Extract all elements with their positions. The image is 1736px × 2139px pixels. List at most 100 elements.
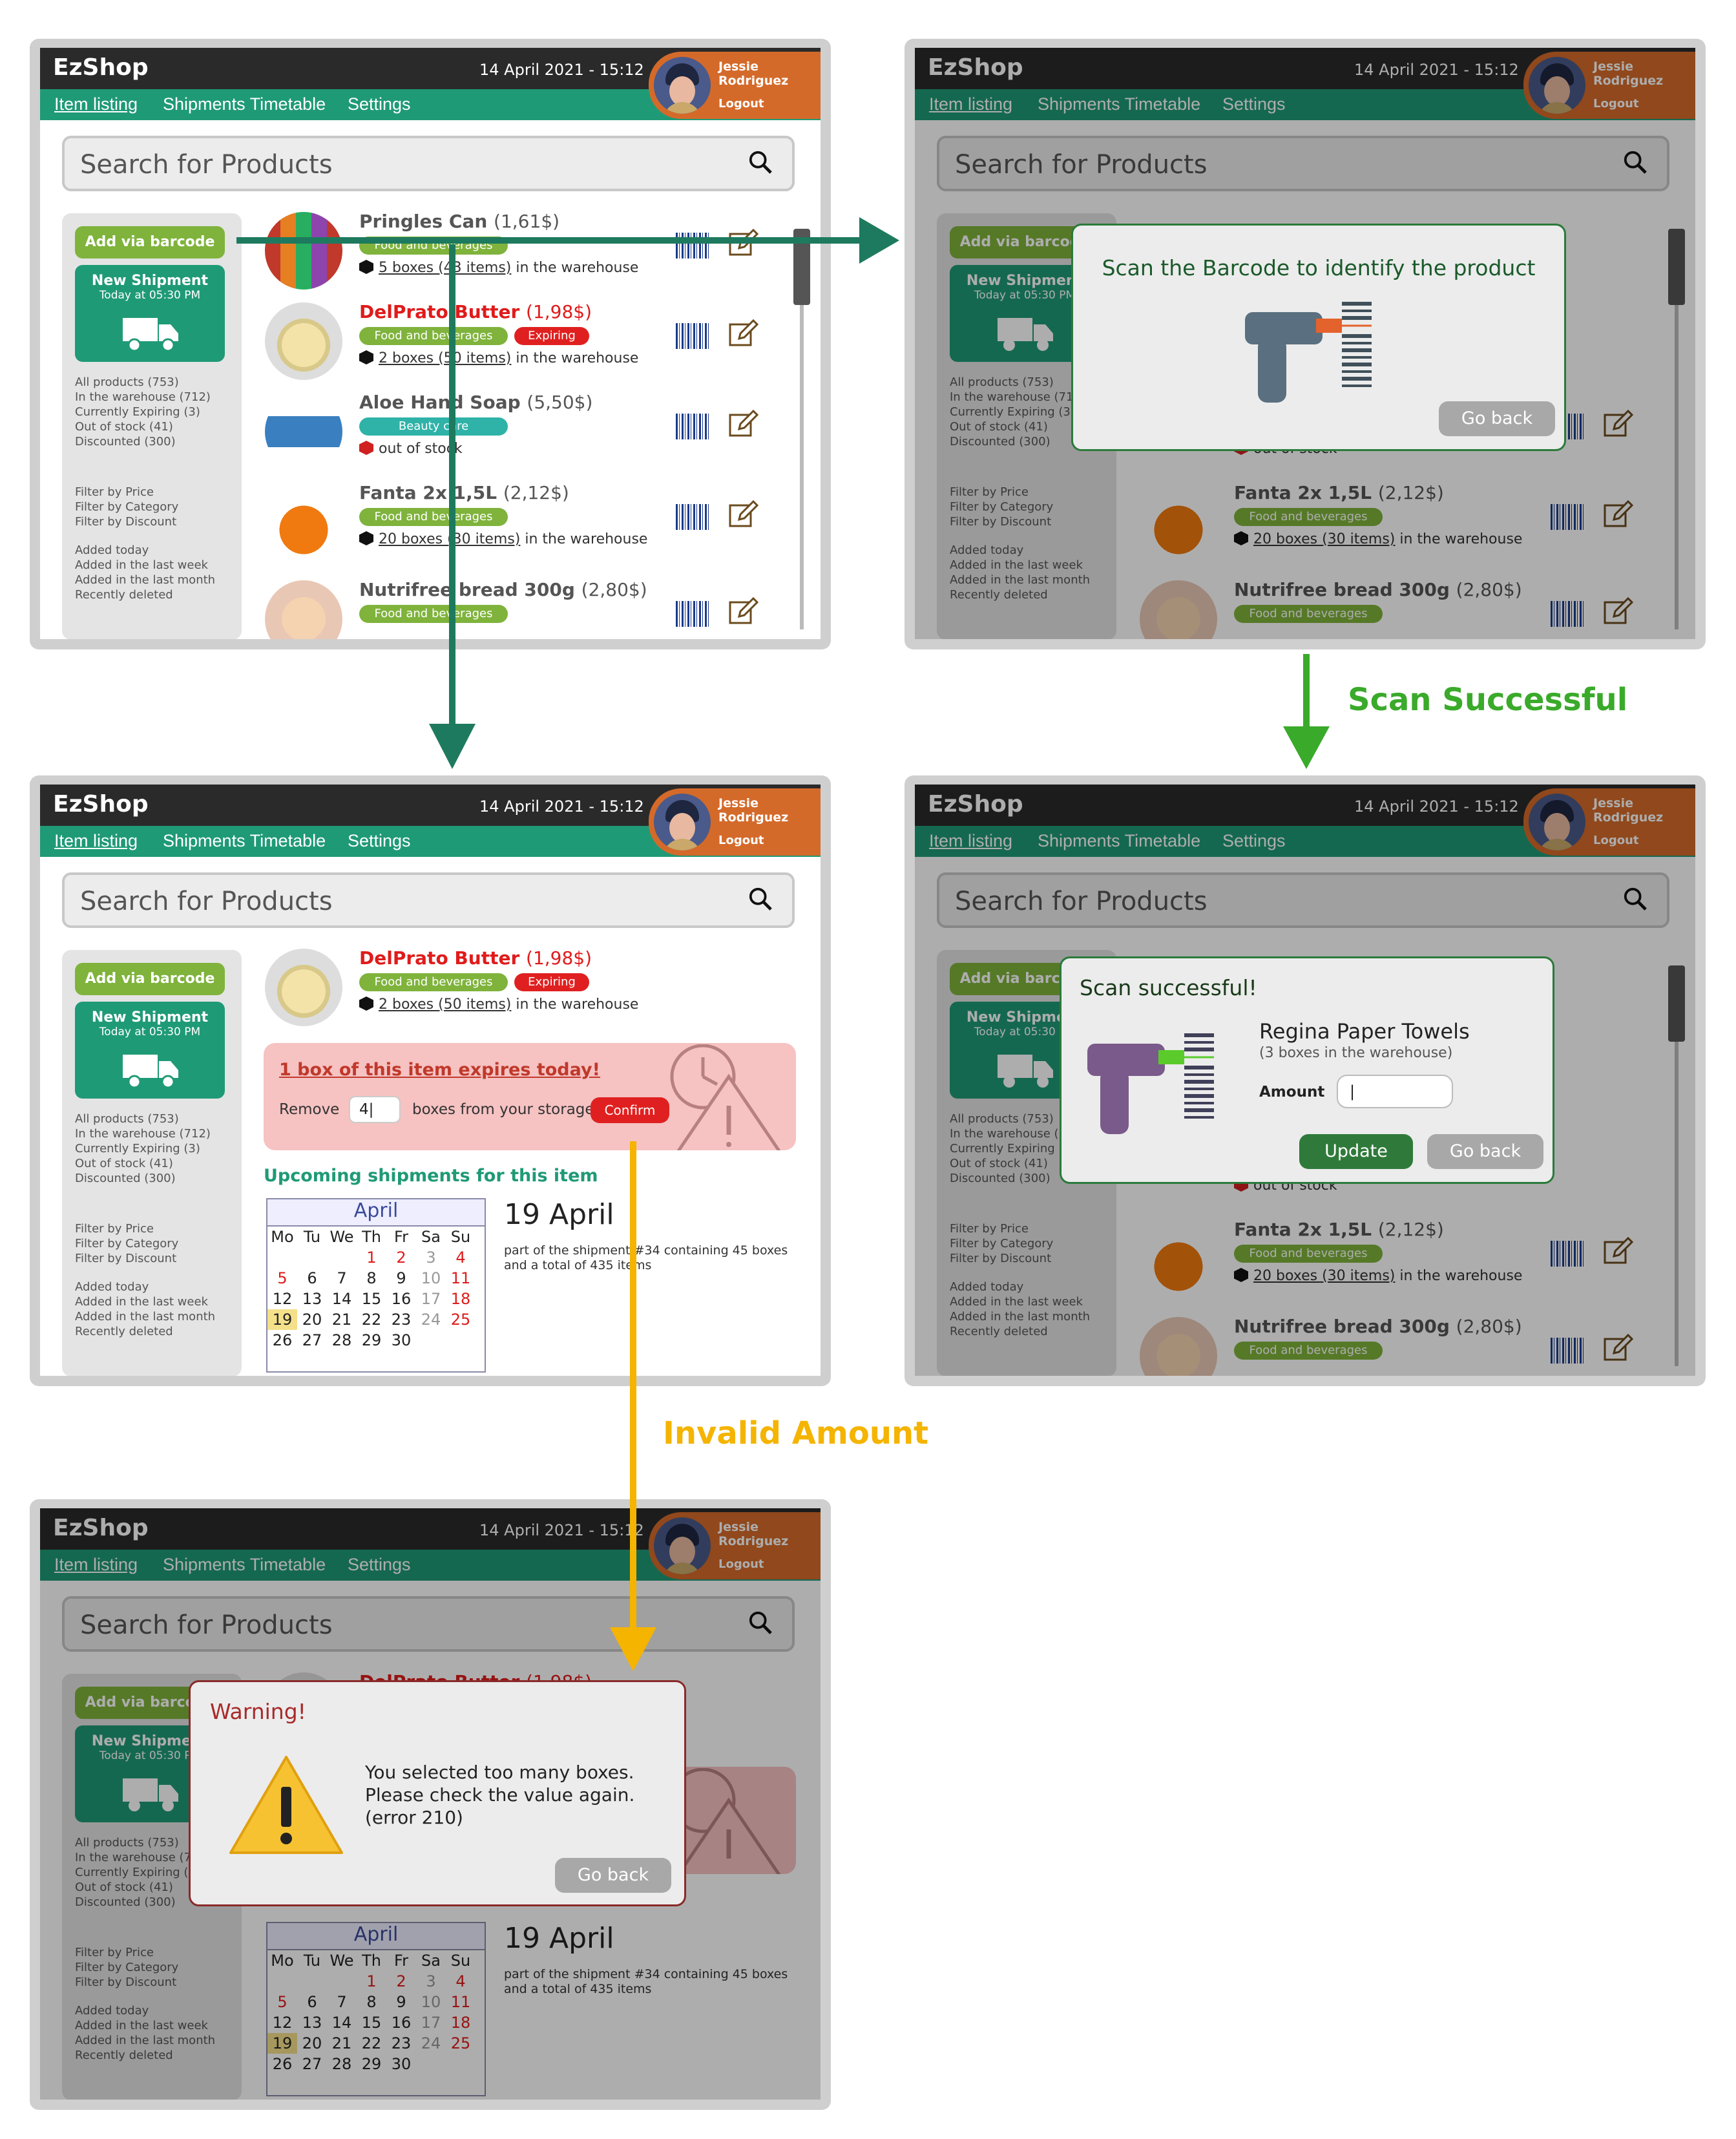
screen-warning: EzShop 14 April 2021 - 15:12 Item listing…: [30, 1499, 831, 2110]
remove-amount-input[interactable]: 4|: [349, 1096, 401, 1123]
avatar: [654, 794, 711, 850]
nav-settings[interactable]: Settings: [348, 831, 411, 851]
stats-list: All products (753) In the warehouse (712)…: [75, 375, 211, 448]
date-time: 14 April 2021 - 15:12: [479, 797, 644, 816]
nav-shipments[interactable]: Shipments Timetable: [163, 831, 326, 851]
product-image: [265, 393, 342, 470]
sidebar: Add via barcode New Shipment Today at 05:…: [62, 950, 242, 1376]
go-back-button[interactable]: Go back: [1439, 401, 1555, 436]
scanned-product-stock: (3 boxes in the warehouse): [1259, 1045, 1453, 1061]
expiring-tag: Expiring: [514, 327, 589, 345]
category-tag: Food and beverages: [359, 508, 508, 526]
recent-list[interactable]: Added today Added in the last week Added i…: [75, 1280, 215, 1339]
search-icon[interactable]: [748, 887, 773, 911]
update-button[interactable]: Update: [1299, 1134, 1413, 1169]
calendar-grid[interactable]: Mo Tu We Th Fr Sa Su 1234 5 6 7 8 9 10 11 12 13 14 15 16…: [267, 1227, 476, 1351]
go-back-button[interactable]: Go back: [555, 1858, 671, 1893]
app-logo: EzShop: [53, 54, 149, 81]
calendar-month: April: [267, 1199, 485, 1227]
stock-info: out of stock: [359, 441, 463, 457]
scrollbar[interactable]: [793, 229, 810, 629]
list-item[interactable]: Aloe Hand Soap (5,50$) Beauty care out o…: [265, 390, 795, 474]
stats-list: All products (753) In the warehouse (712)…: [75, 1112, 211, 1185]
edit-icon[interactable]: [727, 408, 758, 439]
scanned-product-name: Regina Paper Towels: [1259, 1019, 1470, 1044]
scan-success-modal: Scan successful! Regina Paper Towels (3 …: [1060, 956, 1554, 1184]
product-list: Pringles Can (1,61$) Food and beverages …: [265, 209, 795, 639]
screen-scan-barcode: EzShop 14 April 2021 - 15:12 Item listing…: [905, 39, 1706, 649]
product-image: [265, 580, 342, 639]
edit-icon[interactable]: [727, 318, 758, 349]
scan-modal-title: Scan the Barcode to identify the product: [1102, 255, 1536, 280]
success-title: Scan successful!: [1080, 975, 1257, 1000]
barcode-icon[interactable]: [676, 414, 711, 439]
barcode-icon[interactable]: [676, 233, 711, 258]
search-input[interactable]: Search for Products: [62, 872, 795, 928]
logout-link[interactable]: Logout: [718, 97, 764, 111]
nav-settings[interactable]: Settings: [348, 94, 411, 114]
edit-icon[interactable]: [727, 596, 758, 627]
filter-list[interactable]: Filter by Price Filter by Category Filter …: [75, 485, 178, 529]
barcode-scanner-icon: [1245, 302, 1372, 403]
calendar[interactable]: April Mo Tu We Th Fr Sa Su 1234 5 6 7 8 9 10 11 12 13…: [266, 1198, 486, 1373]
product-name: Fanta 2x 1,5L (2,12$): [359, 482, 569, 503]
category-tag: Food and beverages: [359, 605, 508, 623]
barcode-icon[interactable]: [676, 323, 711, 349]
add-barcode-button[interactable]: Add via barcode: [75, 963, 225, 995]
flow-label-scan-successful: Scan Successful: [1348, 682, 1628, 718]
amount-label: Amount: [1259, 1084, 1325, 1101]
search-placeholder: Search for Products: [80, 887, 333, 916]
product-header: DelPrato Butter (1,98$) Food and beverag…: [265, 946, 795, 1030]
list-item[interactable]: Pringles Can (1,61$) Food and beverages …: [265, 209, 795, 293]
screen-item-listing: EzShop 14 April 2021 - 15:12 Item listin…: [30, 39, 831, 649]
nav-item-listing[interactable]: Item listing: [54, 94, 138, 114]
screen-item-detail: EzShop 14 April 2021 - 15:12 Item listing…: [30, 775, 831, 1386]
filter-list[interactable]: Filter by Price Filter by Category Filter …: [75, 1221, 178, 1266]
user-panel: Jessie Rodriguez Logout: [649, 52, 821, 119]
search-icon[interactable]: [748, 150, 773, 174]
product-name: Pringles Can (1,61$): [359, 211, 560, 232]
truck-icon: [123, 318, 178, 352]
warning-title: Warning!: [210, 1699, 306, 1724]
confirm-button[interactable]: Confirm: [591, 1097, 669, 1123]
go-back-button[interactable]: Go back: [1427, 1134, 1543, 1169]
list-item[interactable]: Fanta 2x 1,5L (2,12$) Food and beverages…: [265, 481, 795, 565]
upcoming-title: Upcoming shipments for this item: [264, 1166, 598, 1186]
truck-icon: [123, 1055, 178, 1089]
list-item[interactable]: DelPrato Butter (1,98$) Food and beverag…: [265, 300, 795, 384]
warning-icon: [229, 1756, 343, 1854]
date-time: 14 April 2021 - 15:12: [479, 61, 644, 79]
app-logo: EzShop: [53, 791, 149, 817]
logout-link[interactable]: Logout: [718, 834, 764, 847]
scan-modal: Scan the Barcode to identify the product…: [1071, 224, 1566, 451]
amount-input[interactable]: |: [1337, 1075, 1453, 1108]
shipment-desc: part of the shipment #34 containing 45 b…: [504, 1243, 788, 1272]
new-shipment-button[interactable]: New Shipment Today at 05:30 PM: [75, 265, 225, 362]
search-input[interactable]: Search for Products: [62, 136, 795, 191]
edit-icon[interactable]: [727, 227, 758, 258]
warning-message: You selected too many boxes. Please check…: [365, 1762, 635, 1828]
product-image: [265, 302, 342, 380]
product-image: [265, 483, 342, 561]
stock-info: 2 boxes (50 items) in the warehouse: [359, 996, 638, 1013]
user-name: Jessie Rodriguez: [718, 796, 789, 825]
category-tag: Food and beverages: [359, 237, 508, 255]
add-barcode-button[interactable]: Add via barcode: [75, 226, 225, 258]
new-shipment-button[interactable]: New Shipment Today at 05:30 PM: [75, 1002, 225, 1099]
sidebar: Add via barcode New Shipment Today at 05:…: [62, 213, 242, 639]
recent-list[interactable]: Added today Added in the last week Added i…: [75, 543, 215, 602]
nav-shipments[interactable]: Shipments Timetable: [163, 94, 326, 114]
nav-item-listing[interactable]: Item listing: [54, 831, 138, 851]
stock-info: 5 boxes (43 items) in the warehouse: [359, 260, 638, 276]
list-item[interactable]: Nutrifree bread 300g (2,80$) Food and be…: [265, 578, 795, 639]
user-name: Jessie Rodriguez: [718, 59, 789, 88]
category-tag: Food and beverages: [359, 327, 508, 345]
category-tag: Beauty care: [359, 417, 508, 436]
barcode-icon[interactable]: [676, 504, 711, 530]
flow-label-invalid-amount: Invalid Amount: [663, 1415, 929, 1451]
barcode-icon[interactable]: [676, 601, 711, 627]
box-icon: [359, 260, 373, 274]
edit-icon[interactable]: [727, 499, 758, 530]
search-placeholder: Search for Products: [80, 150, 333, 180]
stock-info: 20 boxes (30 items) in the warehouse: [359, 531, 647, 547]
